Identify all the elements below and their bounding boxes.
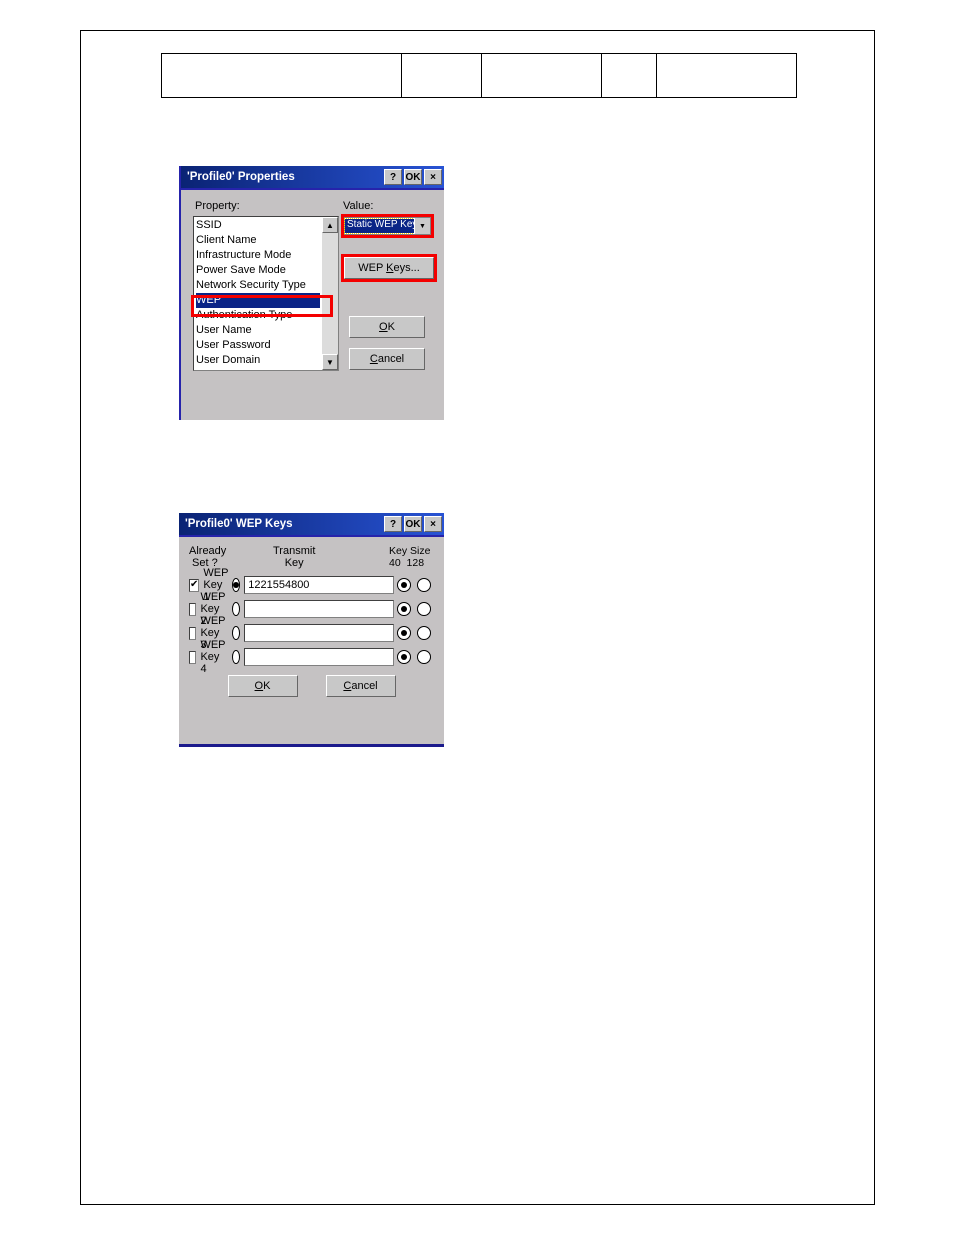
wepkey-label: WEP Key 4 (200, 639, 228, 675)
close-button[interactable]: × (424, 169, 442, 185)
keysize-40-radio[interactable] (397, 578, 411, 592)
wepkey-input[interactable] (244, 600, 394, 618)
titlebar[interactable]: 'Profile0' Properties ? OK × (181, 166, 444, 190)
property-label: Property: (195, 200, 240, 212)
close-button[interactable]: × (424, 516, 442, 532)
wepkeys-button[interactable]: WEP Keys... (344, 257, 434, 279)
help-button[interactable]: ? (384, 516, 402, 532)
header-cell-2 (402, 54, 482, 97)
transmit-key-radio[interactable] (232, 626, 240, 640)
transmit-key-radio[interactable] (232, 578, 240, 592)
transmit-key-radio[interactable] (232, 602, 240, 616)
already-set-checkbox[interactable] (189, 603, 196, 616)
scroll-up-icon[interactable]: ▲ (322, 217, 338, 233)
list-item[interactable]: SSID (196, 218, 320, 233)
ok-button[interactable]: OK (228, 675, 298, 697)
list-item[interactable]: Infrastructure Mode (196, 248, 320, 263)
list-item[interactable]: Network Security Type (196, 278, 320, 293)
header-transmit-key: TransmitKey (273, 545, 315, 569)
property-listbox[interactable]: SSID Client Name Infrastructure Mode Pow… (193, 216, 339, 371)
titlebar[interactable]: 'Profile0' WEP Keys ? OK × (179, 513, 444, 537)
list-item[interactable]: Mixed Mode (196, 368, 320, 370)
wepkey-row-4: WEP Key 4 (189, 645, 434, 669)
header-already-set: Already Set ? (189, 545, 226, 569)
wepkey-input[interactable] (244, 576, 394, 594)
keysize-40-radio[interactable] (397, 602, 411, 616)
header-cell-4 (602, 54, 657, 97)
value-label: Value: (343, 200, 373, 212)
titlebar-ok-button[interactable]: OK (404, 516, 422, 532)
scroll-down-icon[interactable]: ▼ (322, 354, 338, 370)
already-set-checkbox[interactable] (189, 651, 196, 664)
page-frame: 'Profile0' Properties ? OK × Property: V… (80, 30, 875, 1205)
list-item[interactable]: User Name (196, 323, 320, 338)
combobox-value: Static WEP Key (345, 219, 414, 233)
highlight-box-wep (191, 295, 333, 317)
keysize-128-radio[interactable] (417, 602, 431, 616)
keysize-128-radio[interactable] (417, 578, 431, 592)
transmit-key-radio[interactable] (232, 650, 240, 664)
dialog-border-bottom (179, 744, 444, 747)
titlebar-ok-button[interactable]: OK (404, 169, 422, 185)
keysize-40-radio[interactable] (397, 626, 411, 640)
scrollbar[interactable]: ▲ ▼ (322, 217, 338, 370)
ok-button[interactable]: OK (349, 316, 425, 338)
already-set-checkbox[interactable] (189, 627, 196, 640)
keysize-128-radio[interactable] (417, 650, 431, 664)
header-cell-5 (657, 54, 796, 97)
already-set-checkbox[interactable]: ✔ (189, 579, 199, 592)
dialog-title: 'Profile0' WEP Keys (185, 518, 293, 530)
keysize-40-radio[interactable] (397, 650, 411, 664)
dialog-title: 'Profile0' Properties (187, 171, 295, 183)
wepkey-input[interactable] (244, 648, 394, 666)
list-item[interactable]: User Domain (196, 353, 320, 368)
properties-dialog: 'Profile0' Properties ? OK × Property: V… (179, 166, 444, 420)
header-cell-3 (482, 54, 602, 97)
help-button[interactable]: ? (384, 169, 402, 185)
wepkey-input[interactable] (244, 624, 394, 642)
header-cell-1 (162, 54, 402, 97)
cancel-button[interactable]: Cancel (349, 348, 425, 370)
value-combobox[interactable]: Static WEP Key ▼ (344, 217, 431, 235)
list-item[interactable]: Client Name (196, 233, 320, 248)
keysize-128-radio[interactable] (417, 626, 431, 640)
wepkeys-button-highlight: WEP Keys... (341, 254, 437, 282)
value-combobox-highlight: Static WEP Key ▼ (341, 214, 434, 238)
list-item[interactable]: Power Save Mode (196, 263, 320, 278)
wepkeys-dialog: 'Profile0' WEP Keys ? OK × Already Set ?… (179, 513, 444, 747)
header-table (161, 53, 797, 98)
list-item[interactable]: User Password (196, 338, 320, 353)
cancel-button[interactable]: Cancel (326, 675, 396, 697)
header-key-size: Key Size40 128 (389, 545, 430, 569)
chevron-down-icon[interactable]: ▼ (414, 218, 430, 234)
